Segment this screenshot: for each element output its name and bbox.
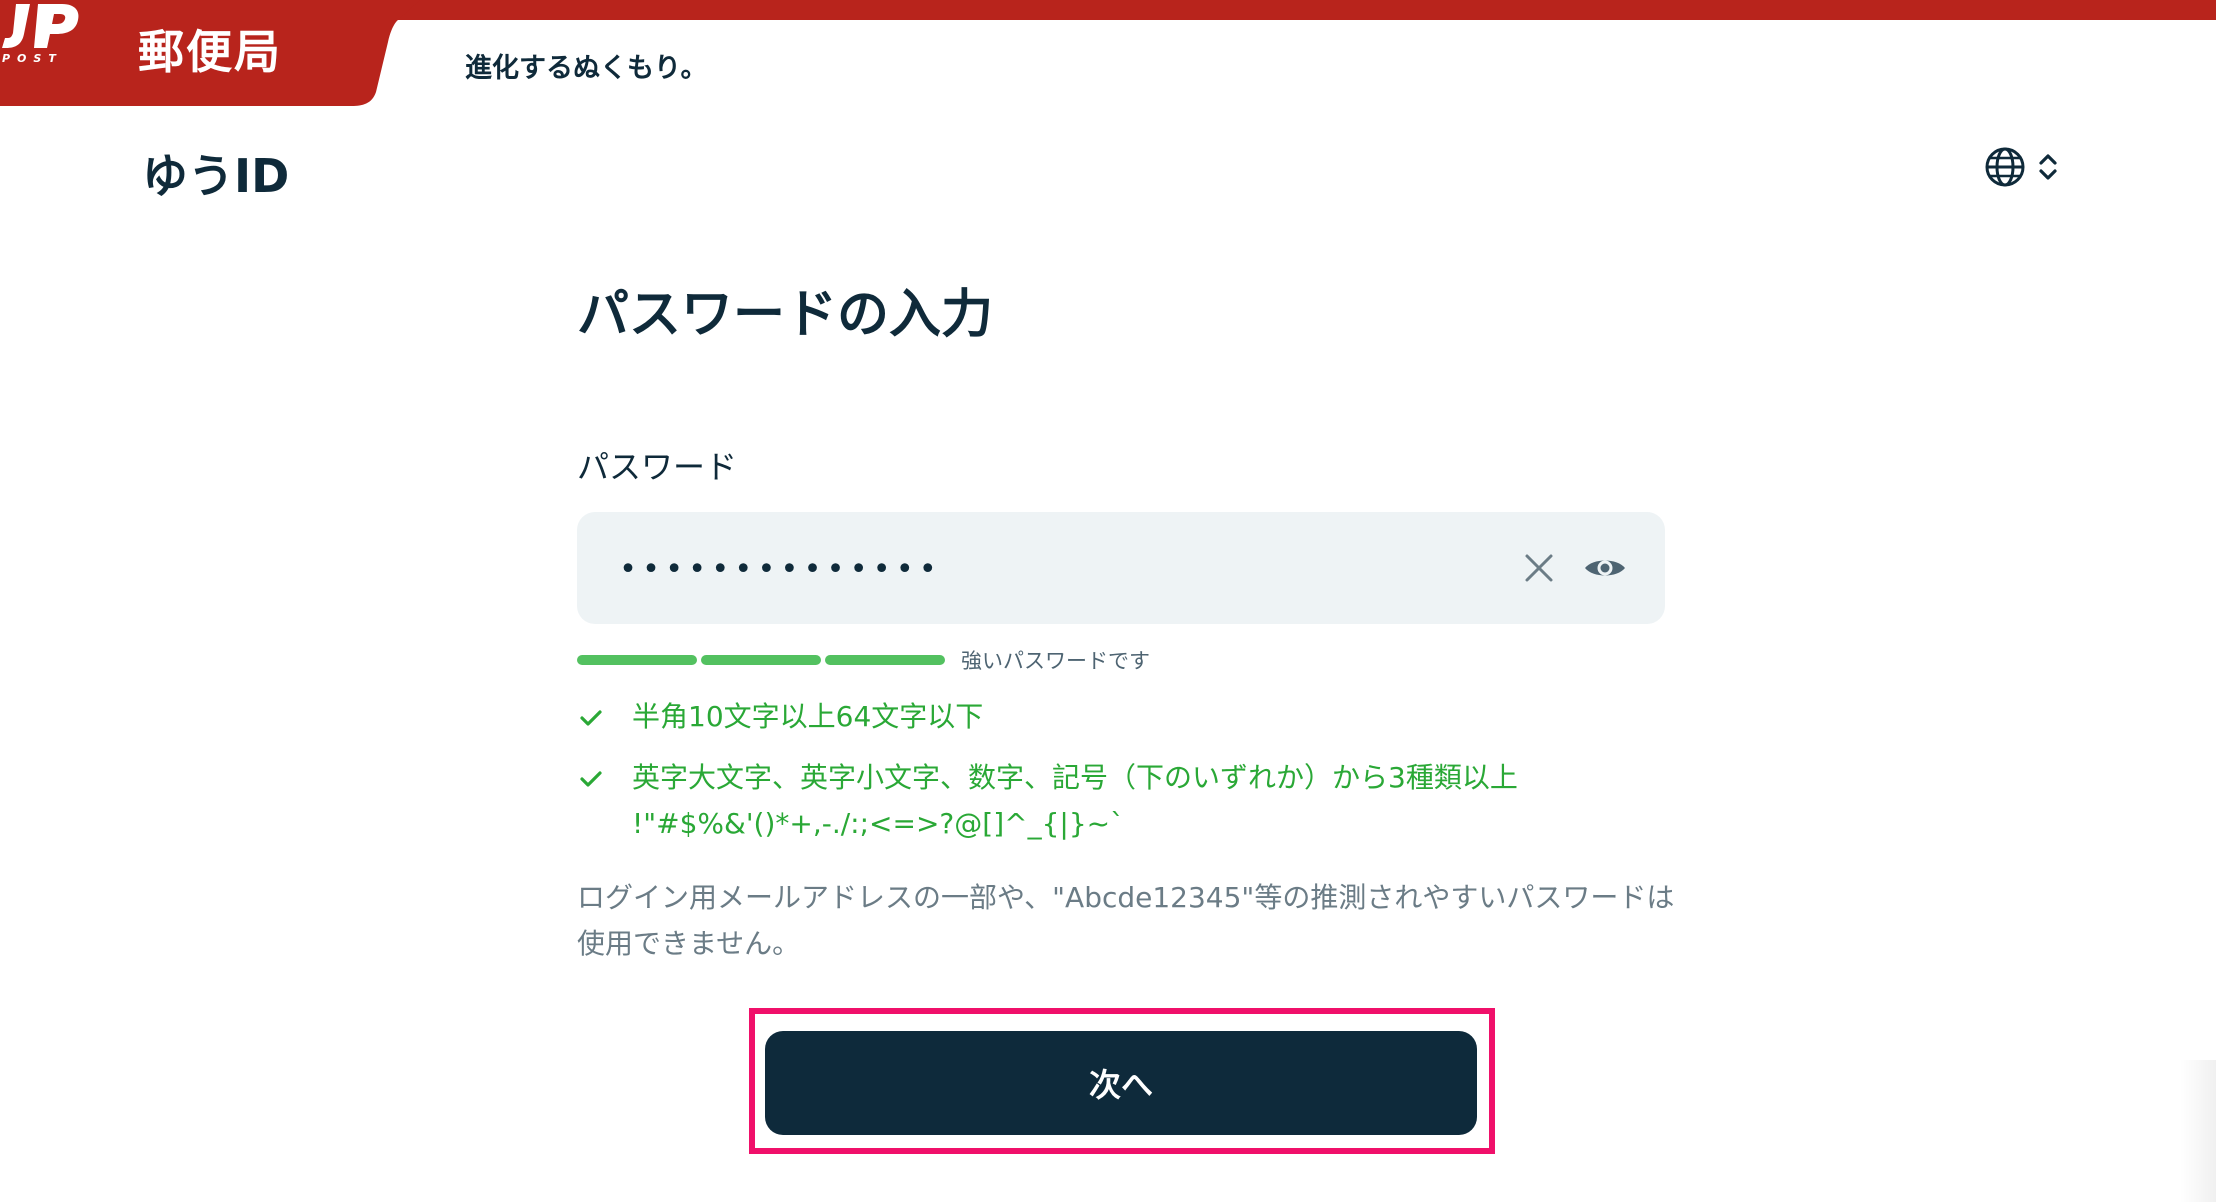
chevron-updown-icon [2039, 154, 2057, 180]
strength-bar-segment [701, 655, 821, 665]
password-strength-meter: 強いパスワードです [577, 645, 1150, 675]
strength-bar-segment [825, 655, 945, 665]
strength-bar-segment [577, 655, 697, 665]
clear-icon[interactable] [1513, 542, 1565, 594]
password-note: ログイン用メールアドレスの一部や、"Abcde12345"等の推測されやすいパス… [577, 881, 1675, 960]
password-label: パスワード [577, 448, 738, 486]
next-button[interactable]: 次へ [765, 1031, 1477, 1135]
service-title[interactable]: ゆうID [142, 140, 289, 206]
globe-icon [1985, 147, 2025, 187]
scroll-edge-shadow [2180, 1060, 2216, 1202]
page-title: パスワードの入力 [577, 285, 994, 345]
jp-post-logo: POST [2, 4, 79, 64]
password-field[interactable] [577, 512, 1665, 624]
tagline: 進化するぬくもり。 [465, 53, 708, 84]
brand-block[interactable]: POST 郵便局 [0, 0, 420, 106]
brand-name: 郵便局 [138, 25, 282, 79]
check-icon [580, 771, 602, 787]
eye-icon[interactable] [1579, 542, 1631, 594]
rule-text: 半角10文字以上64文字以下 [632, 700, 984, 733]
logo-sub-text: POST [2, 52, 63, 64]
strength-text: 強いパスワードです [961, 649, 1150, 673]
rule-text: 英字大文字、英字小文字、数字、記号（下のいずれか）から3種類以上 [632, 761, 1518, 794]
language-switcher[interactable] [1984, 146, 2060, 188]
password-input[interactable] [617, 540, 1441, 598]
check-icon [580, 710, 602, 726]
rule-symbols: !"#$%&'()*+,-./:;<=>?@[]^_{|}~` [632, 807, 1125, 840]
